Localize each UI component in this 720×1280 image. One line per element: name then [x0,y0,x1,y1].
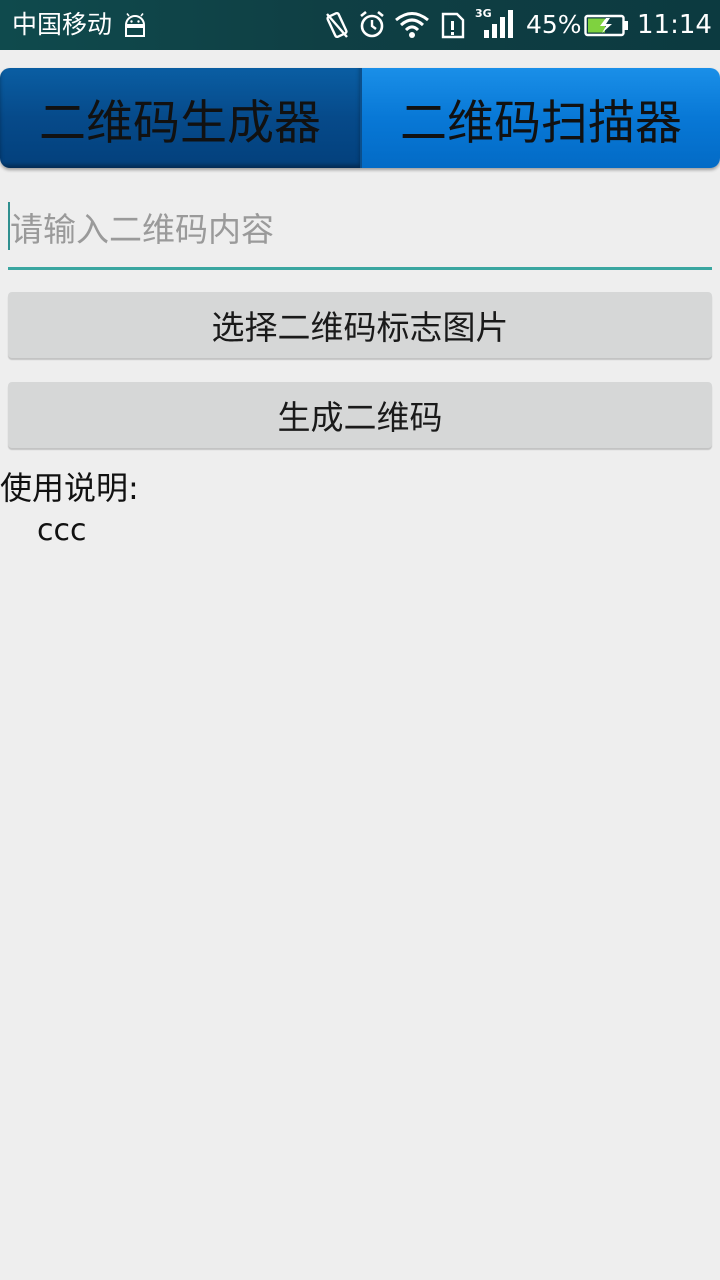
wifi-icon [395,12,429,38]
qr-content-field [8,190,712,272]
input-underline [8,267,712,270]
carrier-name: 中国移动 [12,10,113,39]
network-type-label: 3G [475,7,492,20]
clock: 11:14 [637,10,712,40]
signal-icon: 3G [475,7,513,38]
instructions-text: ccc [37,513,87,548]
alarm-icon [360,10,384,38]
status-bar: 中国移动 3G 45% 11:14 [0,0,720,50]
battery-percent: 45% [526,10,582,39]
android-debug-icon [124,13,146,37]
tab-qr-generator[interactable]: 二维码生成器 [0,68,360,168]
tab-qr-scanner[interactable]: 二维码扫描器 [360,68,720,168]
instructions-label: 使用说明: [0,469,139,507]
battery-charging-icon [584,14,628,37]
text-cursor [8,202,10,250]
qr-content-input[interactable] [8,200,712,258]
sim-alert-icon [441,12,465,39]
select-logo-image-button[interactable]: 选择二维码标志图片 [8,292,712,358]
generate-qr-button[interactable]: 生成二维码 [8,382,712,448]
tab-bar: 二维码生成器 二维码扫描器 [0,68,720,168]
vibrate-icon [326,11,348,39]
